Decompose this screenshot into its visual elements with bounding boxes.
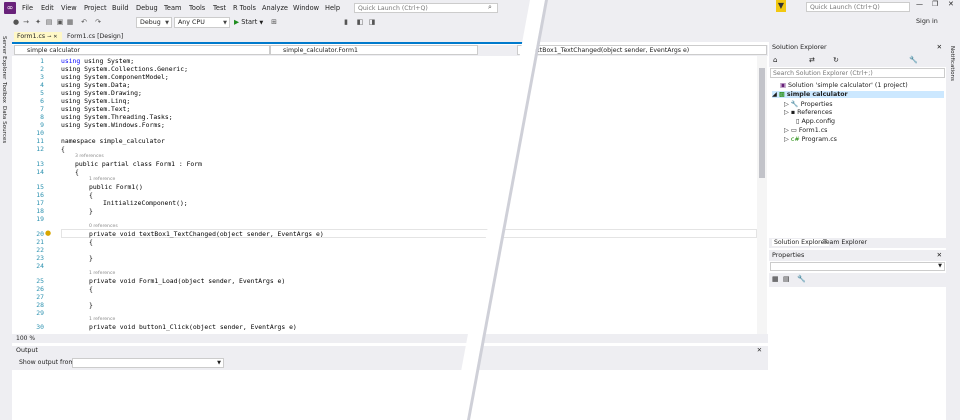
diagonal-divider [452, 0, 548, 420]
